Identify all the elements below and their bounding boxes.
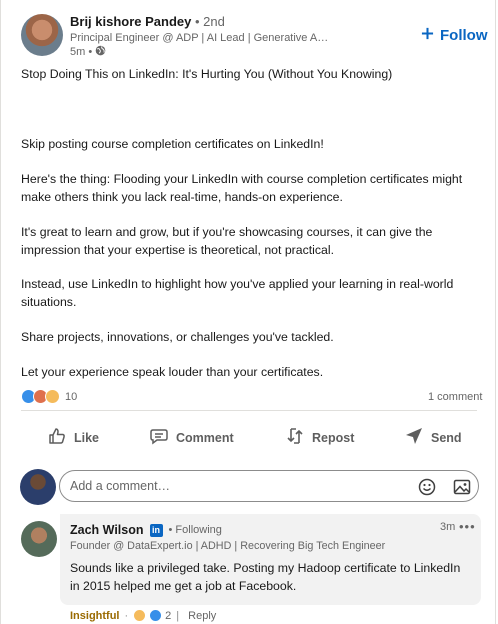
author-line: Brij kishore Pandey • 2nd xyxy=(70,14,225,29)
reactions-summary[interactable]: 10 xyxy=(21,389,77,404)
insightful-reaction-icon xyxy=(133,609,147,622)
comment-time: 3m xyxy=(440,521,456,533)
divider xyxy=(21,410,477,411)
commenter-headline: Founder @ DataExpert.io | ADHD | Recover… xyxy=(70,540,386,552)
like-icon xyxy=(47,426,67,449)
emoji-icon[interactable] xyxy=(418,478,436,501)
comment-react-button[interactable]: Insightful xyxy=(70,610,120,622)
comment-bubble: Zach Wilson in • Following 3m ••• Founde… xyxy=(60,514,481,605)
post-paragraph: Share projects, innovations, or challeng… xyxy=(21,330,334,344)
feed-post-card: Brij kishore Pandey • 2nd Principal Engi… xyxy=(0,0,496,624)
follow-label: Follow xyxy=(440,27,488,44)
commenter-name[interactable]: Zach Wilson xyxy=(70,523,144,537)
author-headline: Principal Engineer @ ADP | AI Lead | Gen… xyxy=(70,32,330,44)
comment-button[interactable]: Comment xyxy=(149,426,234,449)
author-name[interactable]: Brij kishore Pandey xyxy=(70,14,191,29)
image-icon[interactable] xyxy=(453,478,471,501)
repost-label: Repost xyxy=(312,430,355,445)
connection-degree: • 2nd xyxy=(191,14,225,29)
post-paragraph: It's great to learn and grow, but if you… xyxy=(21,225,433,257)
current-user-avatar xyxy=(20,469,56,505)
send-icon xyxy=(404,426,424,449)
post-paragraph: Let your experience speak louder than yo… xyxy=(21,365,324,379)
post-title-line: Stop Doing This on LinkedIn: It's Hurtin… xyxy=(21,67,393,81)
post-paragraph: Here's the thing: Flooding your LinkedIn… xyxy=(21,172,463,204)
post-paragraph: Instead, use LinkedIn to highlight how y… xyxy=(21,277,454,309)
comment-actions: Insightful · 2 | Reply xyxy=(70,609,216,622)
plus-icon xyxy=(421,27,434,44)
comment-label: Comment xyxy=(176,430,234,445)
like-reaction-icon xyxy=(149,609,163,622)
like-button[interactable]: Like xyxy=(47,426,99,449)
comment-text: Sounds like a privileged take. Posting m… xyxy=(70,561,461,593)
comment-icon xyxy=(149,426,169,449)
send-button[interactable]: Send xyxy=(404,426,462,449)
post-time: 5m • xyxy=(70,46,93,58)
comment-count[interactable]: 1 comment xyxy=(428,391,482,403)
commenter-avatar[interactable] xyxy=(21,521,57,557)
comment-more-button[interactable]: ••• xyxy=(459,519,476,534)
author-avatar[interactable] xyxy=(21,14,63,56)
repost-icon xyxy=(285,426,305,449)
reaction-count: 10 xyxy=(65,390,78,403)
reply-button[interactable]: Reply xyxy=(188,610,216,622)
separator: | xyxy=(176,609,180,622)
follow-button[interactable]: Follow xyxy=(421,27,488,44)
comment-input[interactable]: Add a comment… xyxy=(59,470,479,502)
like-label: Like xyxy=(74,430,100,445)
commenter-line: Zach Wilson in • Following xyxy=(70,523,222,537)
separator: · xyxy=(124,609,129,622)
repost-button[interactable]: Repost xyxy=(285,426,354,449)
comment-reaction-count[interactable]: 2 xyxy=(165,610,171,622)
linkedin-icon: in xyxy=(149,523,163,537)
comment-placeholder: Add a comment… xyxy=(70,479,171,493)
post-meta: 5m • xyxy=(70,45,106,59)
globe-icon xyxy=(95,45,106,59)
following-status: • Following xyxy=(168,524,222,536)
send-label: Send xyxy=(431,430,462,445)
insightful-reaction-icon xyxy=(45,389,60,404)
post-paragraph: Skip posting course completion certifica… xyxy=(21,137,324,151)
